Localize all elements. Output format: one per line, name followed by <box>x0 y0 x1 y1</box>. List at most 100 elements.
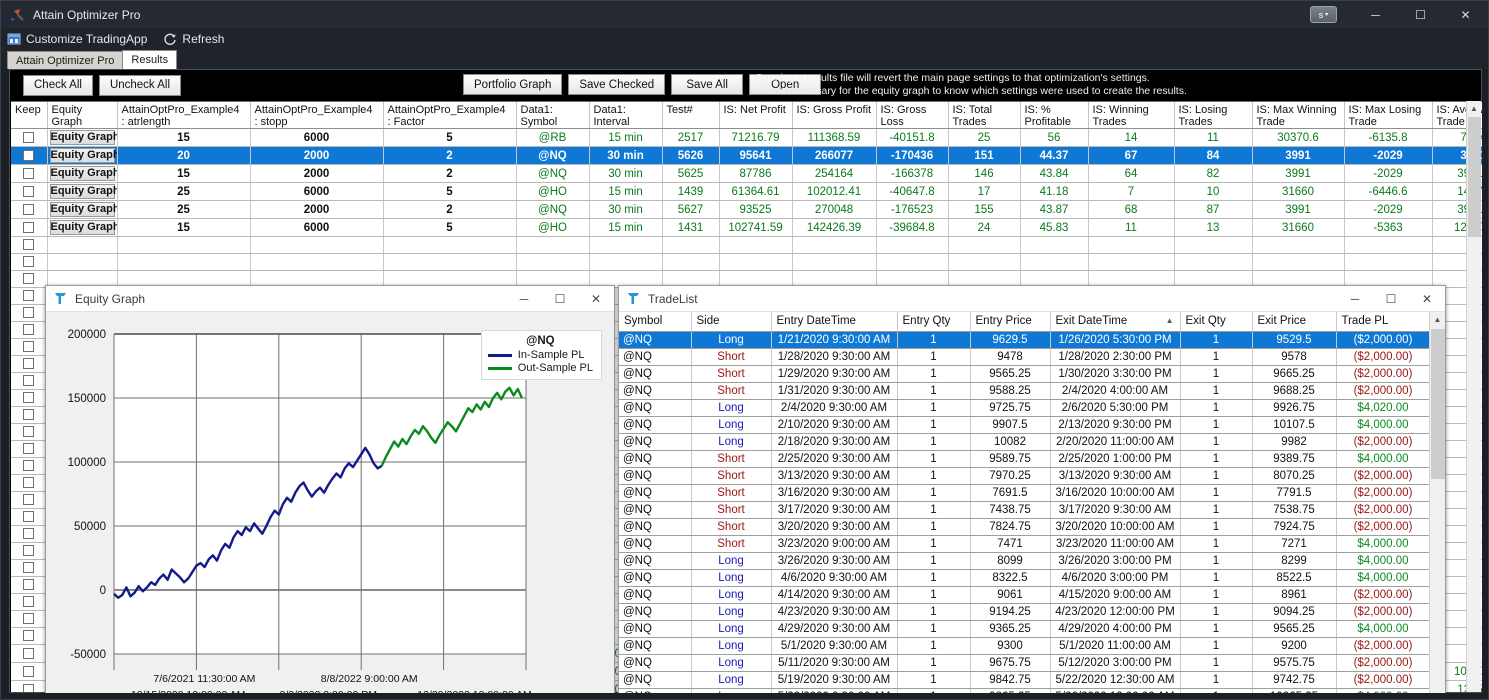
keep-cell[interactable] <box>11 165 47 183</box>
col-symbol[interactable]: Data1: Symbol <box>516 102 589 129</box>
save-all-button[interactable]: Save All <box>671 74 743 95</box>
keep-checkbox[interactable] <box>23 186 34 197</box>
equity-close-button[interactable]: ✕ <box>578 286 614 312</box>
keep-cell[interactable] <box>11 271 47 288</box>
list-item[interactable]: @NQShort3/13/2020 9:30:00 AM17970.253/13… <box>619 467 1430 484</box>
keep-cell[interactable] <box>11 129 47 147</box>
table-row[interactable]: Equity Graph2560005@HO15 min143961364.61… <box>11 183 1482 201</box>
results-grid-scrollbar[interactable]: ▲ <box>1466 101 1481 692</box>
keep-checkbox[interactable] <box>23 579 34 590</box>
table-row[interactable]: Equity Graph2520002@NQ30 min562793525270… <box>11 201 1482 219</box>
tradelist-title-bar[interactable]: TradeList ─ ☐ ✕ <box>619 286 1445 312</box>
tradelist-window[interactable]: TradeList ─ ☐ ✕ Symbol <box>618 285 1446 700</box>
col-equity-graph[interactable]: Equity Graph <box>47 102 117 129</box>
keep-cell[interactable] <box>11 201 47 219</box>
check-all-button[interactable]: Check All <box>23 75 93 96</box>
keep-cell[interactable] <box>11 356 47 373</box>
save-checked-button[interactable]: Save Checked <box>568 74 665 95</box>
scrollbar-thumb[interactable] <box>1431 329 1445 479</box>
tradelist-minimize-button[interactable]: ─ <box>1337 286 1373 312</box>
keep-checkbox[interactable] <box>23 545 34 556</box>
table-row[interactable] <box>11 237 1482 254</box>
keep-cell[interactable] <box>11 373 47 390</box>
menu-item-customize-tradingapp[interactable]: Customize TradingApp <box>7 32 147 46</box>
keep-checkbox[interactable] <box>23 290 34 301</box>
table-row[interactable]: Equity Graph2020002@NQ30 min562695641266… <box>11 147 1482 165</box>
keep-checkbox[interactable] <box>23 666 34 677</box>
equity-graph-row-button[interactable]: Equity Graph <box>50 148 115 163</box>
keep-checkbox[interactable] <box>23 426 34 437</box>
maximize-button[interactable]: ☐ <box>1398 1 1443 28</box>
keep-cell[interactable] <box>11 509 47 526</box>
keep-cell[interactable] <box>11 288 47 305</box>
keep-cell[interactable] <box>11 237 47 254</box>
keep-cell[interactable] <box>11 254 47 271</box>
keep-checkbox[interactable] <box>23 613 34 624</box>
keep-cell[interactable] <box>11 628 47 645</box>
menu-item-refresh[interactable]: Refresh <box>163 32 224 46</box>
keep-checkbox[interactable] <box>23 324 34 335</box>
tl-col-entry-qty[interactable]: Entry Qty <box>897 312 970 331</box>
col-gross-loss[interactable]: IS: Gross Loss <box>876 102 948 129</box>
list-item[interactable]: @NQShort1/31/2020 9:30:00 AM19588.252/4/… <box>619 382 1430 399</box>
equity-minimize-button[interactable]: ─ <box>506 286 542 312</box>
col-test-number[interactable]: Test# <box>662 102 719 129</box>
keep-cell[interactable] <box>11 663 47 681</box>
keep-checkbox[interactable] <box>23 222 34 233</box>
scrollbar-thumb[interactable] <box>1468 117 1481 237</box>
equity-graph-row-button[interactable]: Equity Graph <box>50 130 115 145</box>
uncheck-all-button[interactable]: Uncheck All <box>99 75 181 96</box>
keep-cell[interactable] <box>11 594 47 611</box>
keep-checkbox[interactable] <box>23 562 34 573</box>
col-factor[interactable]: AttainOptPro_Example4 : Factor <box>383 102 516 129</box>
keep-cell[interactable] <box>11 339 47 356</box>
col-net-profit[interactable]: IS: Net Profit <box>719 102 792 129</box>
list-item[interactable]: @NQShort3/16/2020 9:30:00 AM17691.53/16/… <box>619 484 1430 501</box>
col-losing-trades[interactable]: IS: Losing Trades <box>1174 102 1252 129</box>
equity-graph-window[interactable]: Equity Graph ─ ☐ ✕ 200000150000100000500… <box>45 285 615 700</box>
keep-checkbox[interactable] <box>23 460 34 471</box>
equity-graph-row-button[interactable]: Equity Graph <box>50 166 115 181</box>
list-item[interactable]: @NQShort2/25/2020 9:30:00 AM19589.752/25… <box>619 450 1430 467</box>
scroll-up-icon[interactable]: ▲ <box>1430 312 1445 328</box>
close-button[interactable]: ✕ <box>1443 1 1488 28</box>
equity-maximize-button[interactable]: ☐ <box>542 286 578 312</box>
equity-graph-cell[interactable]: Equity Graph <box>47 129 117 147</box>
list-item[interactable]: @NQLong1/21/2020 9:30:00 AM19629.51/26/2… <box>619 331 1430 348</box>
keep-cell[interactable] <box>11 543 47 560</box>
equity-graph-row-button[interactable]: Equity Graph <box>50 184 115 199</box>
list-item[interactable]: @NQLong4/6/2020 9:30:00 AM18322.54/6/202… <box>619 569 1430 586</box>
keep-cell[interactable] <box>11 322 47 339</box>
list-item[interactable]: @NQLong5/19/2020 9:30:00 AM19842.755/22/… <box>619 671 1430 688</box>
tl-col-exit-price[interactable]: Exit Price <box>1252 312 1336 331</box>
list-item[interactable]: @NQLong3/26/2020 9:30:00 AM180993/26/202… <box>619 552 1430 569</box>
minimize-button[interactable]: ─ <box>1353 1 1398 28</box>
col-max-winning-trade[interactable]: IS: Max Winning Trade <box>1252 102 1344 129</box>
equity-graph-title-bar[interactable]: Equity Graph ─ ☐ ✕ <box>46 286 614 312</box>
keep-cell[interactable] <box>11 390 47 407</box>
keep-checkbox[interactable] <box>23 132 34 143</box>
list-item[interactable]: @NQLong4/23/2020 9:30:00 AM19194.254/23/… <box>619 603 1430 620</box>
list-item[interactable]: @NQShort1/28/2020 9:30:00 AM194781/28/20… <box>619 348 1430 365</box>
keep-cell[interactable] <box>11 441 47 458</box>
keep-checkbox[interactable] <box>23 511 34 522</box>
list-item[interactable]: @NQShort3/17/2020 9:30:00 AM17438.753/17… <box>619 501 1430 518</box>
keep-cell[interactable] <box>11 219 47 237</box>
keep-cell[interactable] <box>11 475 47 492</box>
keep-cell[interactable] <box>11 147 47 165</box>
keep-checkbox[interactable] <box>23 684 34 692</box>
col-atrlength[interactable]: AttainOptPro_Example4 : atrlength <box>117 102 250 129</box>
keep-checkbox[interactable] <box>23 528 34 539</box>
keep-checkbox[interactable] <box>23 494 34 505</box>
tab-results[interactable]: Results <box>122 50 177 69</box>
keep-cell[interactable] <box>11 424 47 441</box>
col-interval[interactable]: Data1: Interval <box>589 102 662 129</box>
tl-col-side[interactable]: Side <box>691 312 771 331</box>
list-item[interactable]: @NQLong2/18/2020 9:30:00 AM1100822/20/20… <box>619 433 1430 450</box>
keep-cell[interactable] <box>11 681 47 693</box>
keep-checkbox[interactable] <box>23 341 34 352</box>
list-item[interactable]: @NQShort3/23/2020 9:00:00 AM174713/23/20… <box>619 535 1430 552</box>
col-max-losing-trade[interactable]: IS: Max Losing Trade <box>1344 102 1432 129</box>
equity-graph-cell[interactable]: Equity Graph <box>47 183 117 201</box>
keep-checkbox[interactable] <box>23 630 34 641</box>
